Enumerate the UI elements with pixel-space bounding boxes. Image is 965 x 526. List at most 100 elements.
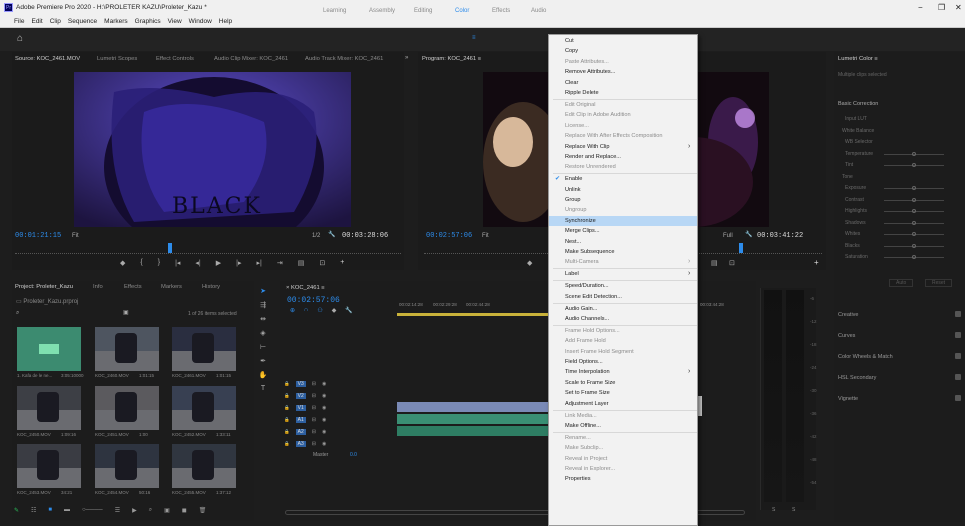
lock-icon[interactable]: 🔒 [284,393,290,399]
project-tab-1[interactable]: Info [93,284,103,290]
track-header[interactable]: 🔒 V2 ⊟ ◉ [284,390,394,401]
source-time-ruler[interactable] [15,244,401,254]
track-header[interactable]: 🔒 A1 ⊟ ◉ [284,414,394,425]
eye-icon[interactable]: ◉ [322,441,326,447]
audio-clip-a2[interactable] [397,426,551,436]
lock-icon[interactable]: 🔒 [284,441,290,447]
menu-item-license[interactable]: License... [565,123,589,129]
slip-tool-icon[interactable]: ⊢ [260,343,266,351]
workspace-tab-learning[interactable]: Learning [323,8,346,14]
menu-item-rename[interactable]: Rename... [565,435,591,441]
menu-item-enable[interactable]: Enable [565,176,582,182]
timeline-wrench-icon[interactable]: 🔧 [345,307,352,314]
mark-in-icon[interactable]: { [140,259,142,269]
add-marker-icon[interactable]: ◆ [120,259,125,269]
step-forward-icon[interactable]: |▸ [236,259,241,269]
track-label[interactable]: V1 [295,404,306,411]
menu-item-properties[interactable]: Properties [565,476,591,482]
eye-icon[interactable]: ◉ [322,417,326,423]
lumetri-slider-knob[interactable] [912,220,916,225]
menu-item-edit-clip-in-adobe-audition[interactable]: Edit Clip in Adobe Audition [565,112,631,118]
marker-icon[interactable]: ◆ [332,307,337,314]
wrench-icon[interactable]: 🔧 [328,231,335,238]
track-label[interactable]: A1 [295,416,306,423]
camera-icon[interactable]: ⊡ [319,259,325,269]
menu-window[interactable]: Window [189,18,212,25]
project-tab-3[interactable]: Markers [161,284,182,290]
lumetri-section-toggle[interactable] [955,311,961,317]
menu-item-field-options[interactable]: Field Options... [565,359,603,365]
lumetri-section-header[interactable]: HSL Secondary [838,375,876,381]
lumetri-auto-button[interactable]: Auto [889,279,914,287]
menu-item-ungroup[interactable]: Ungroup [565,207,586,213]
menu-edit[interactable]: Edit [31,18,42,25]
go-to-in-icon[interactable]: |◂ [175,259,180,269]
menu-graphics[interactable]: Graphics [135,18,161,25]
find-icon[interactable]: ⌕ [149,507,152,517]
lumetri-section-toggle[interactable] [955,353,961,359]
menu-item-nest[interactable]: Nest... [565,239,581,245]
minimize-button[interactable]: − [918,3,923,12]
menu-help[interactable]: Help [219,18,232,25]
close-button[interactable]: ✕ [955,3,962,12]
track-label[interactable]: V3 [295,380,306,387]
menu-item-make-subsequence[interactable]: Make Subsequence [565,249,614,255]
lumetri-section-header[interactable]: Curves [838,333,855,339]
lumetri-reset-button[interactable]: Reset [925,279,953,287]
lock-icon[interactable]: 🔒 [284,417,290,423]
lumetri-slider-knob[interactable] [912,255,916,259]
freeform-view-icon[interactable]: ▬ [64,507,70,517]
track-select-icon[interactable]: ⇶ [260,301,266,309]
project-thumbnail[interactable] [172,386,236,430]
program-fit-select[interactable]: Fit [482,233,489,239]
mark-out-icon[interactable]: } [158,259,160,269]
source-timecode-in[interactable]: 00:01:21:15 [15,232,61,240]
program-quality-select[interactable]: Full [723,233,733,239]
menu-item-label[interactable]: Label [565,271,579,277]
sync-lock-icon[interactable]: ⊟ [312,381,316,387]
timeline-clip-right[interactable] [698,396,702,416]
menu-item-frame-hold-options[interactable]: Frame Hold Options... [565,328,620,334]
menu-item-remove-attributes[interactable]: Remove Attributes... [565,69,615,75]
menu-item-audio-channels[interactable]: Audio Channels... [565,316,609,322]
project-thumbnail[interactable] [17,327,81,371]
menu-item-scene-edit-detection[interactable]: Scene Edit Detection... [565,294,622,300]
type-tool-icon[interactable]: T [261,385,265,392]
automate-icon[interactable]: ▶ [132,507,137,517]
program-timecode-in[interactable]: 00:02:57:06 [426,232,472,240]
menu-item-replace-with-clip[interactable]: Replace With Clip [565,144,609,150]
project-thumbnail[interactable] [95,327,159,371]
menu-item-insert-frame-hold-segment[interactable]: Insert Frame Hold Segment [565,349,634,355]
menu-markers[interactable]: Markers [104,18,127,25]
menu-item-audio-gain[interactable]: Audio Gain... [565,306,597,312]
timeline-tab[interactable]: × KOC_2461 ≡ [286,285,325,291]
project-thumbnail[interactable] [17,444,81,488]
menu-item-link-media[interactable]: Link Media... [565,413,597,419]
new-bin-icon[interactable]: ▣ [123,309,129,316]
lock-icon[interactable]: 🔒 [284,429,290,435]
project-thumbnail[interactable] [172,444,236,488]
linked-selection-icon[interactable]: ⚇ [317,307,322,314]
eye-icon[interactable]: ◉ [322,393,326,399]
nest-icon[interactable]: ⊕ [290,307,295,314]
pen-tool-icon[interactable]: ✒ [260,357,266,365]
go-to-out-icon[interactable]: ▸| [257,259,262,269]
sync-lock-icon[interactable]: ⊟ [312,405,316,411]
meter-solo-right[interactable]: S [792,507,795,513]
lumetri-section-header[interactable]: Vignette [838,396,858,402]
source-tab-2[interactable]: Effect Controls [156,56,194,62]
workspace-tab-color[interactable]: Color [455,8,469,14]
menu-item-unlink[interactable]: Unlink [565,187,581,193]
menu-item-copy[interactable]: Copy [565,48,578,54]
track-header[interactable]: 🔒 A2 ⊟ ◉ [284,426,394,437]
project-tab-0[interactable]: Project: Proleter_Kazu [15,284,73,290]
project-thumbnail[interactable] [172,327,236,371]
menu-item-speed-duration[interactable]: Speed/Duration... [565,283,609,289]
menu-item-restore-unrendered[interactable]: Restore Unrendered [565,164,616,170]
icon-view-icon[interactable]: ■ [48,507,52,517]
menu-view[interactable]: View [168,18,182,25]
menu-item-reveal-in-project[interactable]: Reveal in Project [565,456,607,462]
settings-wrench-icon[interactable]: 🔧 [745,231,752,238]
lumetri-slider-knob[interactable] [912,151,916,156]
play-icon[interactable]: ▶ [216,259,221,269]
